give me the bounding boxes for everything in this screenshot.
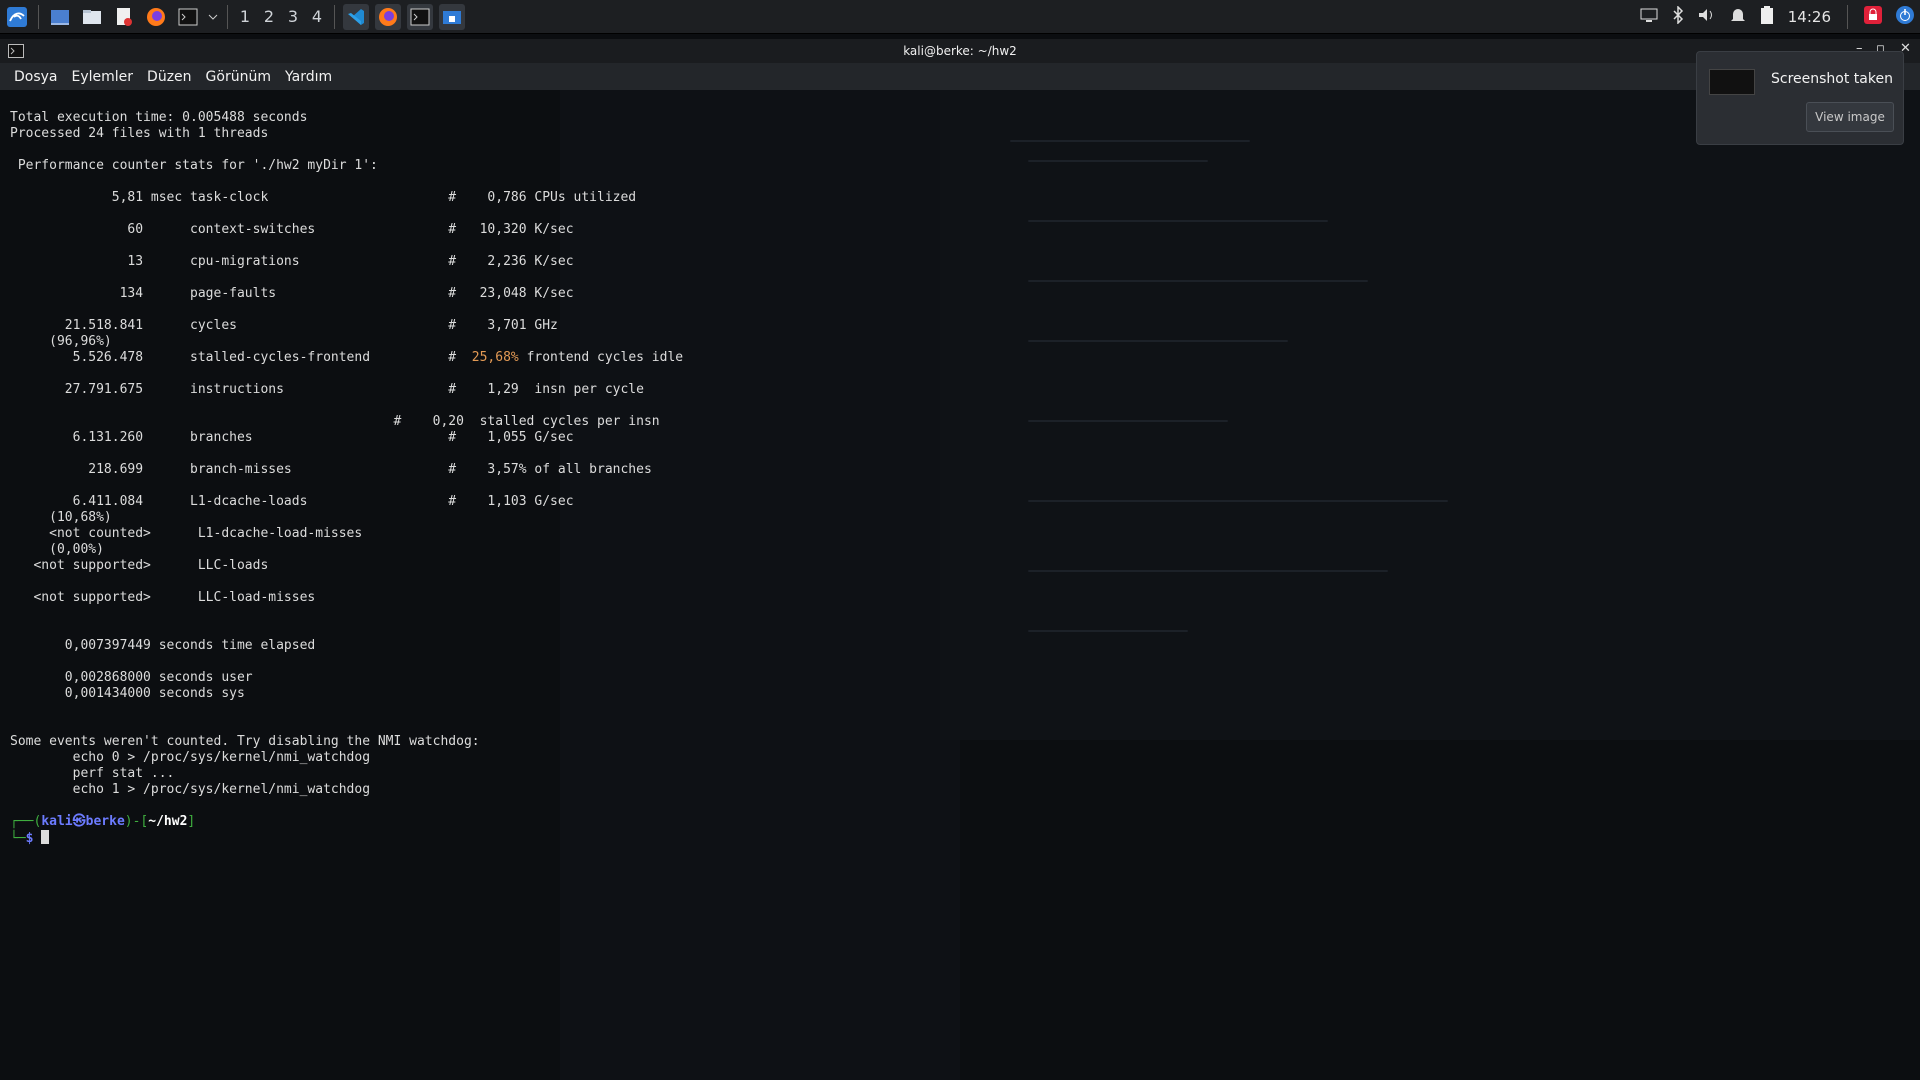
prompt-host: berke xyxy=(85,814,125,829)
prompt-at: ㉿ xyxy=(72,814,86,829)
workspace-3[interactable]: 3 xyxy=(284,7,302,26)
terminal-line: Some events weren't counted. Try disabli… xyxy=(10,734,480,749)
battery-icon[interactable] xyxy=(1760,5,1774,29)
terminal-line: 21.518.841 cycles # 3,701 GHz xyxy=(10,318,558,333)
window-title: kali@berke: ~/hw2 xyxy=(903,44,1017,58)
shell-input-line[interactable]: └─$ xyxy=(10,830,50,847)
workspace-4[interactable]: 4 xyxy=(308,7,326,26)
workspace-2[interactable]: 2 xyxy=(260,7,278,26)
prompt-open: ┌──( xyxy=(10,814,42,829)
frontend-idle-percent: 25,68% xyxy=(471,350,519,365)
taskbar-separator xyxy=(334,4,335,29)
volume-icon[interactable] xyxy=(1698,7,1716,27)
prompt-line2: └─ xyxy=(10,831,26,846)
terminal-line: 0,001434000 seconds sys xyxy=(10,686,245,701)
terminal-line: # 0,20 stalled cycles per insn xyxy=(10,414,660,429)
text-cursor xyxy=(41,830,50,844)
shell-prompt: ┌──(kali㉿berke)-[~/hw2] xyxy=(10,814,195,830)
terminal-line: perf stat ... xyxy=(10,766,175,781)
menu-bar: Dosya Eylemler Düzen Görünüm Yardım xyxy=(0,63,1920,90)
terminal-line: (10,68%) xyxy=(10,510,112,525)
prompt-close: ] xyxy=(187,814,196,829)
home-folder-task-icon[interactable] xyxy=(439,3,465,30)
bluetooth-icon[interactable] xyxy=(1672,4,1684,28)
terminal-line-frontend: 5.526.478 stalled-cycles-frontend # 25,6… xyxy=(10,350,684,366)
launcher-dropdown-icon[interactable] xyxy=(207,4,219,30)
terminal-line: echo 0 > /proc/sys/kernel/nmi_watchdog xyxy=(10,750,371,765)
menu-view[interactable]: Görünüm xyxy=(199,69,278,85)
terminal-task-icon[interactable] xyxy=(407,3,433,30)
terminal-line: echo 1 > /proc/sys/kernel/nmi_watchdog xyxy=(10,782,371,797)
menu-actions[interactable]: Eylemler xyxy=(65,69,141,85)
terminal-launcher-icon[interactable] xyxy=(175,4,201,30)
terminal-line: 0,007397449 seconds time elapsed xyxy=(10,638,316,653)
taskbar: 1 2 3 4 14:26 xyxy=(0,0,1920,34)
window-titlebar: kali@berke: ~/hw2 – ▫ ✕ xyxy=(0,39,1920,63)
menu-help[interactable]: Yardım xyxy=(278,69,339,85)
prompt-path: ~/hw2 xyxy=(148,814,188,829)
prompt-dollar: $ xyxy=(25,831,42,846)
prompt-user: kali xyxy=(41,814,73,829)
workspace-1[interactable]: 1 xyxy=(236,7,254,26)
menu-edit[interactable]: Düzen xyxy=(140,69,199,85)
clock[interactable]: 14:26 xyxy=(1788,8,1831,26)
terminal-line: 218.699 branch-misses # 3,57% of all bra… xyxy=(10,462,652,477)
vscode-task-icon[interactable] xyxy=(343,3,369,30)
menu-file[interactable]: Dosya xyxy=(7,69,65,85)
frontend-prefix: 5.526.478 stalled-cycles-frontend # xyxy=(10,350,472,365)
file-manager-icon[interactable] xyxy=(79,4,105,30)
terminal-line: <not supported> LLC-loads xyxy=(10,558,269,573)
kali-menu-icon[interactable] xyxy=(4,4,30,30)
prompt-mid: )-[ xyxy=(124,814,149,829)
taskbar-separator xyxy=(38,4,39,29)
terminal-line: Performance counter stats for './hw2 myD… xyxy=(10,158,378,173)
text-editor-icon[interactable] xyxy=(111,4,137,30)
terminal-output[interactable]: Total execution time: 0.005488 seconds P… xyxy=(0,90,1920,1080)
lock-screen-icon[interactable] xyxy=(1864,5,1882,28)
power-icon[interactable] xyxy=(1896,5,1914,28)
screenshot-thumbnail[interactable] xyxy=(1709,69,1755,95)
frontend-suffix: frontend cycles idle xyxy=(518,350,684,365)
terminal-line: 0,002868000 seconds user xyxy=(10,670,253,685)
notification-title: Screenshot taken xyxy=(1771,71,1893,87)
terminal-line: <not counted> L1-dcache-load-misses xyxy=(10,526,363,541)
taskbar-separator xyxy=(1847,4,1848,29)
terminal-line: 27.791.675 instructions # 1,29 insn per … xyxy=(10,382,644,397)
terminal-line: Processed 24 files with 1 threads xyxy=(10,126,269,141)
terminal-line: (96,96%) xyxy=(10,334,112,349)
taskbar-separator xyxy=(227,4,228,29)
terminal-line: 13 cpu-migrations # 2,236 K/sec xyxy=(10,254,574,269)
terminal-line: 5,81 msec task-clock # 0,786 CPUs utiliz… xyxy=(10,190,637,205)
screenshot-notification[interactable]: Screenshot taken View image xyxy=(1696,51,1904,145)
notification-bell-icon[interactable] xyxy=(1730,6,1746,28)
terminal-line: Total execution time: 0.005488 seconds xyxy=(10,110,308,125)
firefox-icon[interactable] xyxy=(143,4,169,30)
terminal-line: 134 page-faults # 23,048 K/sec xyxy=(10,286,574,301)
display-icon[interactable] xyxy=(1640,7,1658,27)
terminal-line: 6.131.260 branches # 1,055 G/sec xyxy=(10,430,574,445)
view-image-button[interactable]: View image xyxy=(1806,102,1894,132)
firefox-task-icon[interactable] xyxy=(375,3,401,30)
terminal-line: 60 context-switches # 10,320 K/sec xyxy=(10,222,574,237)
terminal-line: (0,00%) xyxy=(10,542,104,557)
terminal-line: 6.411.084 L1-dcache-loads # 1,103 G/sec xyxy=(10,494,574,509)
terminal-line: <not supported> LLC-load-misses xyxy=(10,590,316,605)
show-desktop-icon[interactable] xyxy=(47,4,73,30)
